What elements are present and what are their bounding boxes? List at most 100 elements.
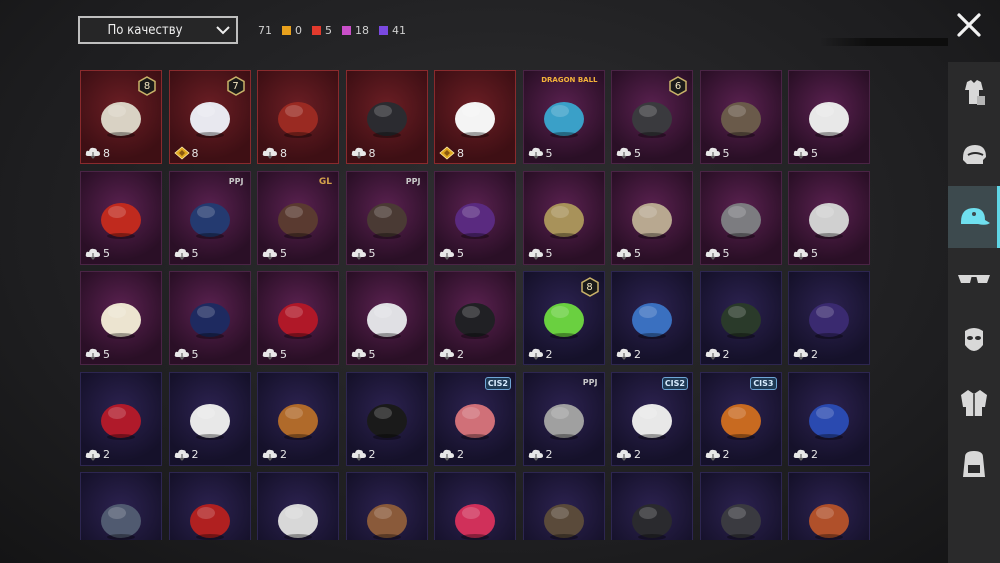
cloud-token-icon <box>616 248 631 260</box>
item-value: 5 <box>528 247 553 261</box>
item-card[interactable]: 5 <box>788 170 870 265</box>
item-card[interactable]: 2 <box>434 271 516 365</box>
level-badge: 8 <box>138 76 156 96</box>
item-value: 5 <box>439 247 464 261</box>
gold-token-icon <box>173 146 190 160</box>
collab-tag: CIS3 <box>750 376 777 390</box>
chevron-down-icon <box>210 25 236 35</box>
item-value: 2 <box>793 347 818 361</box>
item-card[interactable]: PPJ 2 <box>522 371 605 466</box>
item-card[interactable]: CIS3 2 <box>699 371 782 466</box>
cloud-token-icon <box>351 147 366 159</box>
item-card[interactable]: 5 <box>80 170 162 265</box>
sidebar-item-helmet[interactable] <box>948 124 1000 186</box>
item-card[interactable]: 5 <box>699 170 782 265</box>
item-card[interactable]: 2 <box>168 371 251 466</box>
item-value-number: 5 <box>368 247 376 260</box>
beret-pink-icon <box>455 504 495 540</box>
item-card[interactable] <box>522 472 605 540</box>
item-card[interactable]: 8 <box>345 70 428 164</box>
item-card[interactable]: 82 <box>522 271 605 365</box>
hair-silver-icon <box>189 102 230 138</box>
sort-dropdown[interactable]: По качеству <box>78 16 238 44</box>
item-card[interactable]: CIS2 2 <box>611 371 693 466</box>
skull-mask-icon <box>455 303 495 339</box>
item-card[interactable]: 2 <box>611 271 693 365</box>
helmet-spiked-icon <box>720 102 761 138</box>
item-card[interactable] <box>611 472 693 540</box>
item-card[interactable] <box>345 472 428 540</box>
hair-red-icon <box>101 403 141 440</box>
item-value: 5 <box>262 347 287 361</box>
item-value: 8 <box>262 146 287 160</box>
item-card[interactable] <box>80 472 162 540</box>
glasses-icon <box>958 275 990 283</box>
item-card[interactable]: 2 <box>699 271 782 365</box>
item-card[interactable]: 2 <box>788 271 870 365</box>
sort-dropdown-label: По качеству <box>107 22 183 38</box>
item-value-number: 5 <box>280 347 287 361</box>
item-card[interactable]: 5 <box>80 271 162 365</box>
sidebar-item-backpack[interactable] <box>948 434 1000 496</box>
item-value: 2 <box>616 448 641 462</box>
count-purple-value: 41 <box>392 24 406 37</box>
item-value-number: 5 <box>634 247 641 260</box>
item-value-number: 8 <box>457 146 464 160</box>
hat-gold-icon <box>543 202 584 239</box>
sidebar-item-glasses[interactable] <box>948 248 1000 310</box>
item-card[interactable]: GL 5 <box>257 170 339 265</box>
item-card[interactable] <box>257 472 339 540</box>
level-badge-value: 8 <box>586 281 593 293</box>
item-card[interactable]: DRAGON BALL 5 <box>522 70 605 164</box>
beanie-pink-icon <box>455 403 495 440</box>
item-card[interactable]: 5 <box>168 271 251 365</box>
item-value: 2 <box>351 448 376 462</box>
item-value: 5 <box>85 347 110 361</box>
cloud-token-icon <box>793 449 808 461</box>
sidebar-item-cap[interactable] <box>948 186 1000 248</box>
item-value-number: 2 <box>191 448 199 461</box>
item-value-number: 2 <box>634 347 641 361</box>
item-value-number: 2 <box>811 347 818 361</box>
item-card[interactable]: 2 <box>788 371 870 466</box>
item-card[interactable]: 2 <box>345 371 428 466</box>
item-value: 2 <box>262 448 287 462</box>
hat-red-icon <box>189 504 230 540</box>
item-card[interactable]: 5 <box>257 271 339 365</box>
item-card[interactable]: 5 <box>345 271 428 365</box>
item-card[interactable]: 8 <box>434 70 516 164</box>
item-card[interactable]: 5 <box>788 70 870 164</box>
item-card[interactable]: 2 <box>257 371 339 466</box>
cap-blue-icon <box>632 303 672 339</box>
close-icon[interactable] <box>952 8 986 42</box>
mask-icon <box>965 328 983 351</box>
sidebar-item-mask[interactable] <box>948 310 1000 372</box>
item-card[interactable]: 78 <box>168 70 251 164</box>
skull-green-icon <box>543 303 584 339</box>
item-card[interactable]: CIS2 2 <box>434 371 516 466</box>
item-card[interactable] <box>434 472 516 540</box>
count-red-value: 5 <box>325 24 332 37</box>
item-card[interactable]: 5 <box>522 170 605 265</box>
item-card[interactable]: 5 <box>699 70 782 164</box>
sheep-icon <box>101 303 141 339</box>
item-card[interactable]: 8 <box>257 70 339 164</box>
item-value-number: 2 <box>103 448 110 461</box>
gasmask-green-icon <box>720 303 761 339</box>
item-card[interactable]: 2 <box>80 371 162 466</box>
item-card[interactable]: 88 <box>80 70 162 164</box>
item-card[interactable]: 5 <box>611 170 693 265</box>
sidebar-item-jacket[interactable] <box>948 372 1000 434</box>
item-card[interactable] <box>699 472 782 540</box>
cloud-token-icon <box>528 348 543 360</box>
item-card[interactable] <box>788 472 870 540</box>
outfit-icon <box>965 80 985 105</box>
item-card[interactable]: PPJ 5 <box>345 170 428 265</box>
cloud-token-icon <box>262 449 277 461</box>
item-card[interactable] <box>168 472 251 540</box>
item-card[interactable]: 65 <box>611 70 693 164</box>
item-card[interactable]: PPJ 5 <box>168 170 251 265</box>
sidebar-item-outfit[interactable] <box>948 62 1000 124</box>
headphones-red-icon <box>101 202 141 239</box>
item-card[interactable]: 5 <box>434 170 516 265</box>
